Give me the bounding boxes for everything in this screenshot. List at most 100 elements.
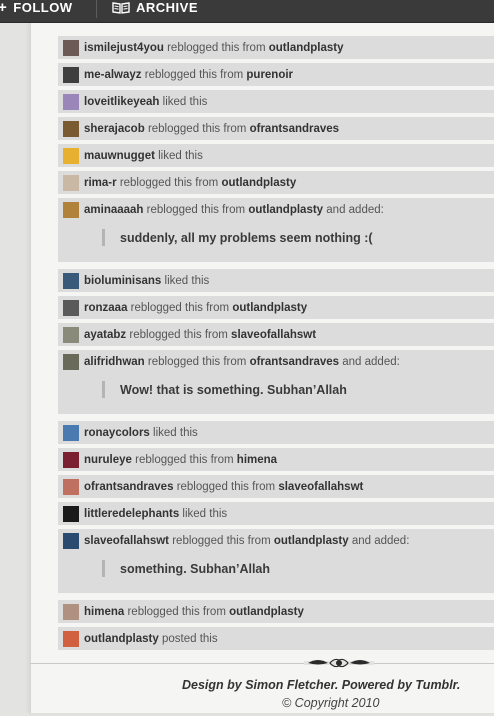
avatar[interactable]: [63, 300, 79, 316]
note-user-link[interactable]: ayatabz: [84, 329, 126, 341]
archive-label: ARCHIVE: [136, 0, 199, 15]
avatar[interactable]: [63, 452, 79, 468]
note-source-link[interactable]: ofrantsandraves: [250, 356, 339, 368]
note-action: reblogged this from: [119, 177, 219, 189]
avatar[interactable]: [63, 67, 79, 83]
note-user-link[interactable]: himena: [84, 606, 124, 618]
top-bar: + FOLLOW ARCHIVE: [0, 0, 494, 23]
note-action: reblogged this from: [167, 42, 266, 54]
note-action: reblogged this from: [127, 606, 226, 618]
book-icon: [112, 2, 130, 14]
note-action: liked this: [164, 275, 210, 287]
note-source-link[interactable]: outlandplasty: [248, 204, 323, 216]
note-user-link[interactable]: bioluminisans: [84, 275, 161, 287]
note-user-link[interactable]: nuruleye: [84, 454, 132, 466]
note-action: reblogged this from: [172, 535, 271, 547]
note-comment-quote: something. Subhan’Allah: [102, 560, 270, 577]
footer-divider: [30, 663, 494, 664]
note-item: me-alwayz reblogged this from purenoir: [58, 63, 494, 86]
note-action: liked this: [153, 427, 198, 439]
note-source-link[interactable]: purenoir: [246, 69, 293, 81]
follow-label: FOLLOW: [13, 0, 73, 15]
note-item-with-comment: aminaaaah reblogged this from outlandpla…: [58, 198, 494, 262]
note-item: ayatabz reblogged this from slaveofallah…: [58, 323, 494, 346]
note-action: liked this: [162, 96, 208, 108]
avatar[interactable]: [63, 354, 79, 370]
note-user-link[interactable]: rima-r: [84, 177, 117, 189]
note-action: reblogged this from: [129, 329, 228, 341]
note-action: reblogged this from: [147, 356, 247, 368]
note-user-link[interactable]: ofrantsandraves: [84, 481, 173, 493]
avatar[interactable]: [63, 604, 79, 620]
note-comment-quote: suddenly, all my problems seem nothing :…: [102, 229, 373, 246]
note-source-link[interactable]: slaveofallahswt: [278, 481, 363, 493]
avatar[interactable]: [63, 327, 79, 343]
note-action: liked this: [182, 508, 228, 520]
follow-button[interactable]: + FOLLOW: [0, 0, 73, 16]
note-source-link[interactable]: ofrantsandraves: [250, 123, 339, 135]
note-action: reblogged this from: [146, 204, 246, 216]
plus-icon: +: [0, 0, 8, 16]
avatar[interactable]: [63, 479, 79, 495]
ornament-divider-icon: [304, 658, 374, 668]
note-user-link[interactable]: ronaycolors: [84, 427, 150, 439]
note-source-link[interactable]: outlandplasty: [221, 177, 296, 189]
note-user-link[interactable]: outlandplasty: [84, 633, 159, 645]
note-item: rima-r reblogged this from outlandplasty: [58, 171, 494, 194]
note-source-link[interactable]: outlandplasty: [269, 42, 344, 54]
note-item: ronaycolors liked this: [58, 421, 494, 444]
avatar[interactable]: [63, 175, 79, 191]
archive-button[interactable]: ARCHIVE: [112, 0, 198, 16]
note-item: littleredelephants liked this: [58, 502, 494, 525]
note-item: himena reblogged this from outlandplasty: [58, 600, 494, 623]
note-action: reblogged this from: [130, 302, 230, 314]
note-added: and added:: [342, 356, 400, 368]
note-item: loveitlikeyeah liked this: [58, 90, 494, 113]
note-user-link[interactable]: me-alwayz: [84, 69, 142, 81]
note-action: reblogged this from: [147, 123, 247, 135]
avatar[interactable]: [63, 202, 79, 218]
note-action: reblogged this from: [135, 454, 234, 466]
note-user-link[interactable]: mauwnugget: [84, 150, 155, 162]
note-source-link[interactable]: outlandplasty: [232, 302, 307, 314]
note-item: ofrantsandraves reblogged this from slav…: [58, 475, 494, 498]
topbar-separator: [96, 0, 97, 18]
note-item: ronzaaa reblogged this from outlandplast…: [58, 296, 494, 319]
note-source-link[interactable]: outlandplasty: [274, 535, 349, 547]
note-user-link[interactable]: ronzaaa: [84, 302, 127, 314]
note-action: liked this: [158, 150, 203, 162]
note-item: nuruleye reblogged this from himena: [58, 448, 494, 471]
note-added: and added:: [351, 535, 410, 547]
note-comment-quote: Wow! that is something. Subhan’Allah: [102, 381, 347, 398]
note-user-link[interactable]: loveitlikeyeah: [84, 96, 159, 108]
avatar[interactable]: [63, 631, 79, 647]
avatar[interactable]: [63, 40, 79, 56]
note-item: outlandplasty posted this: [58, 627, 494, 650]
note-action: posted this: [161, 633, 218, 645]
note-action: reblogged this from: [176, 481, 276, 493]
note-item-with-comment: alifridhwan reblogged this from ofrantsa…: [58, 350, 494, 414]
note-item: sherajacob reblogged this from ofrantsan…: [58, 117, 494, 140]
avatar[interactable]: [63, 148, 79, 164]
note-source-link[interactable]: outlandplasty: [229, 606, 304, 618]
note-user-link[interactable]: slaveofallahswt: [84, 535, 169, 547]
note-source-link[interactable]: himena: [237, 454, 277, 466]
note-user-link[interactable]: sherajacob: [84, 123, 145, 135]
footer-copyright: © Copyright 2010: [282, 696, 380, 710]
note-user-link[interactable]: littleredelephants: [84, 508, 179, 520]
note-item-with-comment: slaveofallahswt reblogged this from outl…: [58, 529, 494, 593]
note-user-link[interactable]: ismilejust4you: [84, 42, 164, 54]
note-item: mauwnugget liked this: [58, 144, 494, 167]
note-user-link[interactable]: alifridhwan: [84, 356, 145, 368]
avatar[interactable]: [63, 121, 79, 137]
avatar[interactable]: [63, 506, 79, 522]
note-source-link[interactable]: slaveofallahswt: [231, 329, 316, 341]
avatar[interactable]: [63, 273, 79, 289]
avatar[interactable]: [63, 425, 79, 441]
avatar[interactable]: [63, 533, 79, 549]
avatar[interactable]: [63, 94, 79, 110]
note-item: bioluminisans liked this: [58, 269, 494, 292]
note-action: reblogged this from: [144, 69, 244, 81]
note-user-link[interactable]: aminaaaah: [84, 204, 143, 216]
footer-credit: Design by Simon Fletcher. Powered by Tum…: [182, 678, 461, 692]
